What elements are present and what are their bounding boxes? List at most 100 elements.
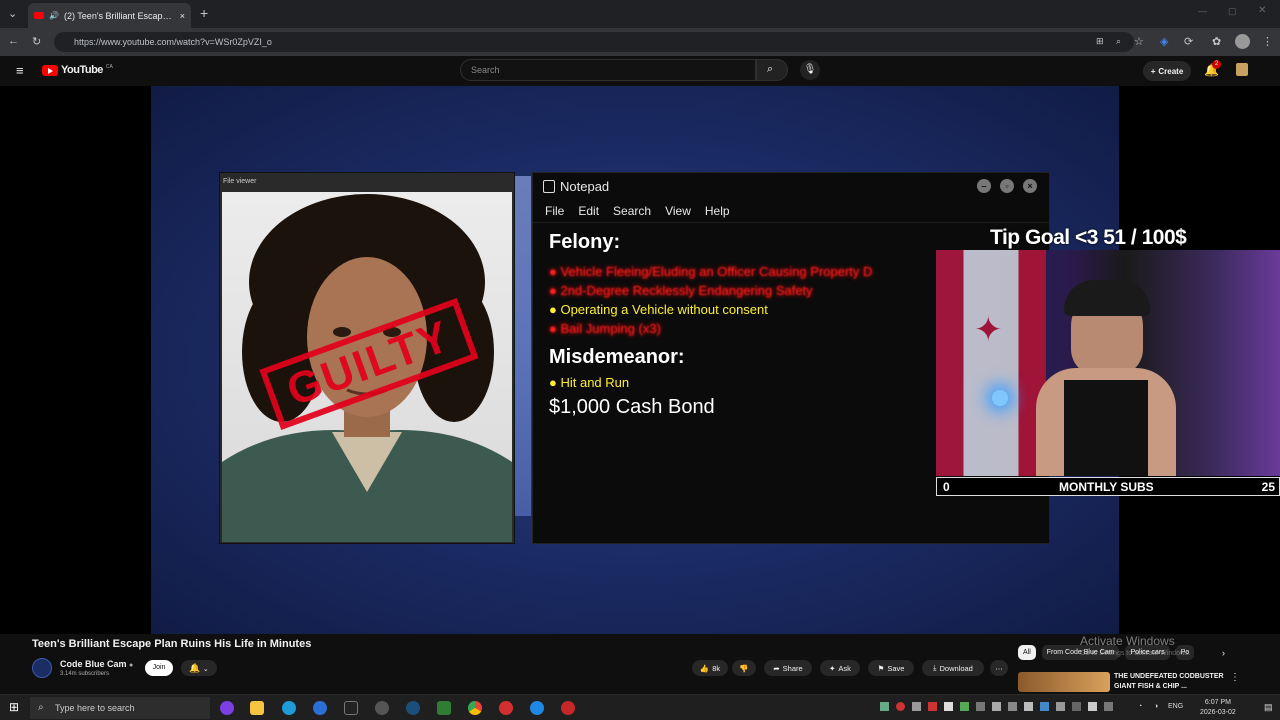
speaker-icon[interactable]: 🔊 bbox=[49, 11, 59, 20]
streamer-cap bbox=[1064, 280, 1150, 316]
search-icon: ⌕ bbox=[38, 702, 44, 713]
video-player[interactable]: File viewer GUILTY Notepad – ▫ × File Ed… bbox=[0, 86, 1280, 634]
minimize-window-icon[interactable]: — bbox=[1198, 6, 1207, 16]
wifi-icon[interactable]: ◔ bbox=[1138, 703, 1142, 710]
chevron-right-icon[interactable]: › bbox=[1222, 648, 1225, 658]
app-icon[interactable] bbox=[313, 701, 327, 715]
tray-icon[interactable] bbox=[992, 702, 1001, 711]
recommended-thumbnail[interactable] bbox=[1018, 672, 1110, 692]
steam-icon[interactable] bbox=[406, 701, 420, 715]
tray-icon[interactable] bbox=[1008, 702, 1017, 711]
join-button[interactable]: Join bbox=[145, 660, 173, 676]
bookmark-star-icon[interactable]: ☆ bbox=[1134, 35, 1144, 48]
notepad-title: Notepad bbox=[560, 179, 610, 194]
tray-icon[interactable] bbox=[896, 702, 905, 711]
clock-date: 2026-03-02 bbox=[1200, 709, 1236, 716]
close-window-icon[interactable]: ✕ bbox=[1258, 5, 1266, 16]
tray-icon[interactable] bbox=[1056, 702, 1065, 711]
tray-icon[interactable] bbox=[944, 702, 953, 711]
windows-taskbar: ⊞ ⌕ Type here to search ◔ ◑ ENG 6:07 PM … bbox=[0, 694, 1280, 720]
windows-start-icon[interactable]: ⊞ bbox=[9, 700, 19, 714]
tray-icon[interactable] bbox=[1024, 702, 1033, 711]
reload-icon[interactable]: ↻ bbox=[32, 35, 41, 48]
browser-address-bar: ← ↻ https://www.youtube.com/watch?v=WSr0… bbox=[0, 28, 1280, 56]
chip-all[interactable]: All bbox=[1018, 645, 1036, 660]
search-placeholder: Search bbox=[471, 65, 500, 75]
notes-icon[interactable] bbox=[437, 701, 451, 715]
voice-search-icon[interactable]: 🎙 bbox=[800, 60, 820, 80]
recommended-title[interactable]: THE UNDEFEATED CODBUSTER GIANT FISH & CH… bbox=[1114, 672, 1234, 692]
settings-gear-icon[interactable] bbox=[375, 701, 389, 715]
copilot-icon[interactable] bbox=[220, 701, 234, 715]
sync-icon[interactable]: ⟳ bbox=[1184, 35, 1193, 48]
tray-icon[interactable] bbox=[960, 702, 969, 711]
tray-icon[interactable] bbox=[1104, 702, 1113, 711]
activate-windows-watermark: Activate Windows bbox=[1080, 634, 1175, 648]
channel-name[interactable]: Code Blue Cam ● bbox=[60, 659, 133, 669]
url-text: https://www.youtube.com/watch?v=WSr0ZpVZ… bbox=[74, 37, 272, 47]
url-field[interactable]: https://www.youtube.com/watch?v=WSr0ZpVZ… bbox=[54, 32, 1134, 52]
streamer-shirt bbox=[1064, 380, 1148, 476]
tab-list-icon[interactable]: ⌄ bbox=[8, 7, 17, 20]
search-input[interactable]: Search bbox=[460, 59, 756, 81]
notepad-maximize-icon: ▫ bbox=[1000, 179, 1014, 193]
edge-icon[interactable] bbox=[282, 701, 296, 715]
like-button[interactable]: 👍 8k bbox=[692, 660, 728, 676]
channel-avatar[interactable] bbox=[32, 658, 52, 678]
youtube-favicon-icon bbox=[34, 12, 44, 19]
search-button[interactable]: ⌕ bbox=[756, 59, 788, 81]
tray-icon[interactable] bbox=[1088, 702, 1097, 711]
taskbar-clock[interactable]: 6:07 PM 2026-03-02 bbox=[1200, 698, 1236, 718]
blue-app-icon[interactable] bbox=[530, 701, 544, 715]
hamburger-menu-icon[interactable]: ≡ bbox=[16, 63, 24, 78]
subscription-bell-button[interactable]: 🔔 ⌄ bbox=[181, 660, 217, 676]
chevron-down-icon: ⌄ bbox=[202, 666, 209, 673]
create-button[interactable]: + Create bbox=[1143, 61, 1191, 81]
youtube-logo[interactable]: YouTube CA bbox=[42, 64, 113, 76]
tray-icon[interactable] bbox=[880, 702, 889, 711]
tray-icon[interactable] bbox=[912, 702, 921, 711]
taskbar-search-input[interactable]: ⌕ Type here to search bbox=[30, 697, 210, 719]
youtube-play-icon bbox=[42, 64, 58, 76]
tray-icon[interactable] bbox=[976, 702, 985, 711]
recommended-more-icon[interactable]: ⋮ bbox=[1230, 672, 1240, 683]
notepad-titlebar: Notepad – ▫ × bbox=[533, 173, 1049, 199]
youtube-logo-text: YouTube bbox=[61, 64, 103, 76]
back-icon[interactable]: ← bbox=[8, 35, 19, 47]
ask-label: Ask bbox=[838, 663, 851, 673]
tray-icon[interactable] bbox=[928, 702, 937, 711]
browser-tab[interactable]: 🔊 (2) Teen's Brilliant Escape Pla × bbox=[28, 3, 191, 28]
maximize-window-icon[interactable]: ▢ bbox=[1228, 6, 1237, 17]
tray-icon[interactable] bbox=[1072, 702, 1081, 711]
account-avatar[interactable] bbox=[1236, 63, 1248, 76]
terminal-icon[interactable] bbox=[344, 701, 358, 715]
zoom-icon[interactable]: ⌕ bbox=[1116, 36, 1121, 47]
extensions-puzzle-icon[interactable]: ✿ bbox=[1212, 35, 1221, 48]
clock-time: 6:07 PM bbox=[1204, 699, 1231, 706]
download-icon: ⤓ bbox=[933, 663, 937, 672]
more-actions-button[interactable]: ⋯ bbox=[990, 660, 1008, 676]
new-tab-icon[interactable]: + bbox=[200, 5, 208, 21]
notification-center-icon[interactable]: ▤ bbox=[1264, 702, 1273, 713]
volume-icon[interactable]: ◑ bbox=[1154, 703, 1158, 710]
file-explorer-icon[interactable] bbox=[250, 701, 264, 715]
chrome-icon[interactable] bbox=[468, 701, 482, 715]
profile-avatar-icon[interactable] bbox=[1235, 34, 1250, 49]
language-indicator[interactable]: ENG bbox=[1168, 703, 1183, 710]
app-icon[interactable]: ⊞ bbox=[1096, 36, 1104, 47]
video-title: Teen's Brilliant Escape Plan Ruins His L… bbox=[32, 638, 312, 650]
save-button[interactable]: ⚑ Save bbox=[868, 660, 914, 676]
browser-menu-icon[interactable]: ⋮ bbox=[1262, 35, 1273, 48]
ask-button[interactable]: ✦ Ask bbox=[820, 660, 860, 676]
red-app-icon[interactable] bbox=[499, 701, 513, 715]
close-tab-icon[interactable]: × bbox=[180, 11, 185, 21]
download-button[interactable]: ⤓ Download bbox=[922, 660, 984, 676]
dislike-button[interactable]: 👎 bbox=[732, 660, 756, 676]
file-viewer-window: File viewer GUILTY bbox=[219, 172, 515, 544]
plus-icon: + bbox=[1150, 66, 1156, 76]
tray-icon[interactable] bbox=[1040, 702, 1049, 711]
share-button[interactable]: ➦ Share bbox=[764, 660, 812, 676]
obs-icon[interactable] bbox=[561, 701, 575, 715]
extension-icon[interactable]: ◈ bbox=[1160, 35, 1168, 48]
file-viewer-title: File viewer bbox=[223, 178, 257, 185]
